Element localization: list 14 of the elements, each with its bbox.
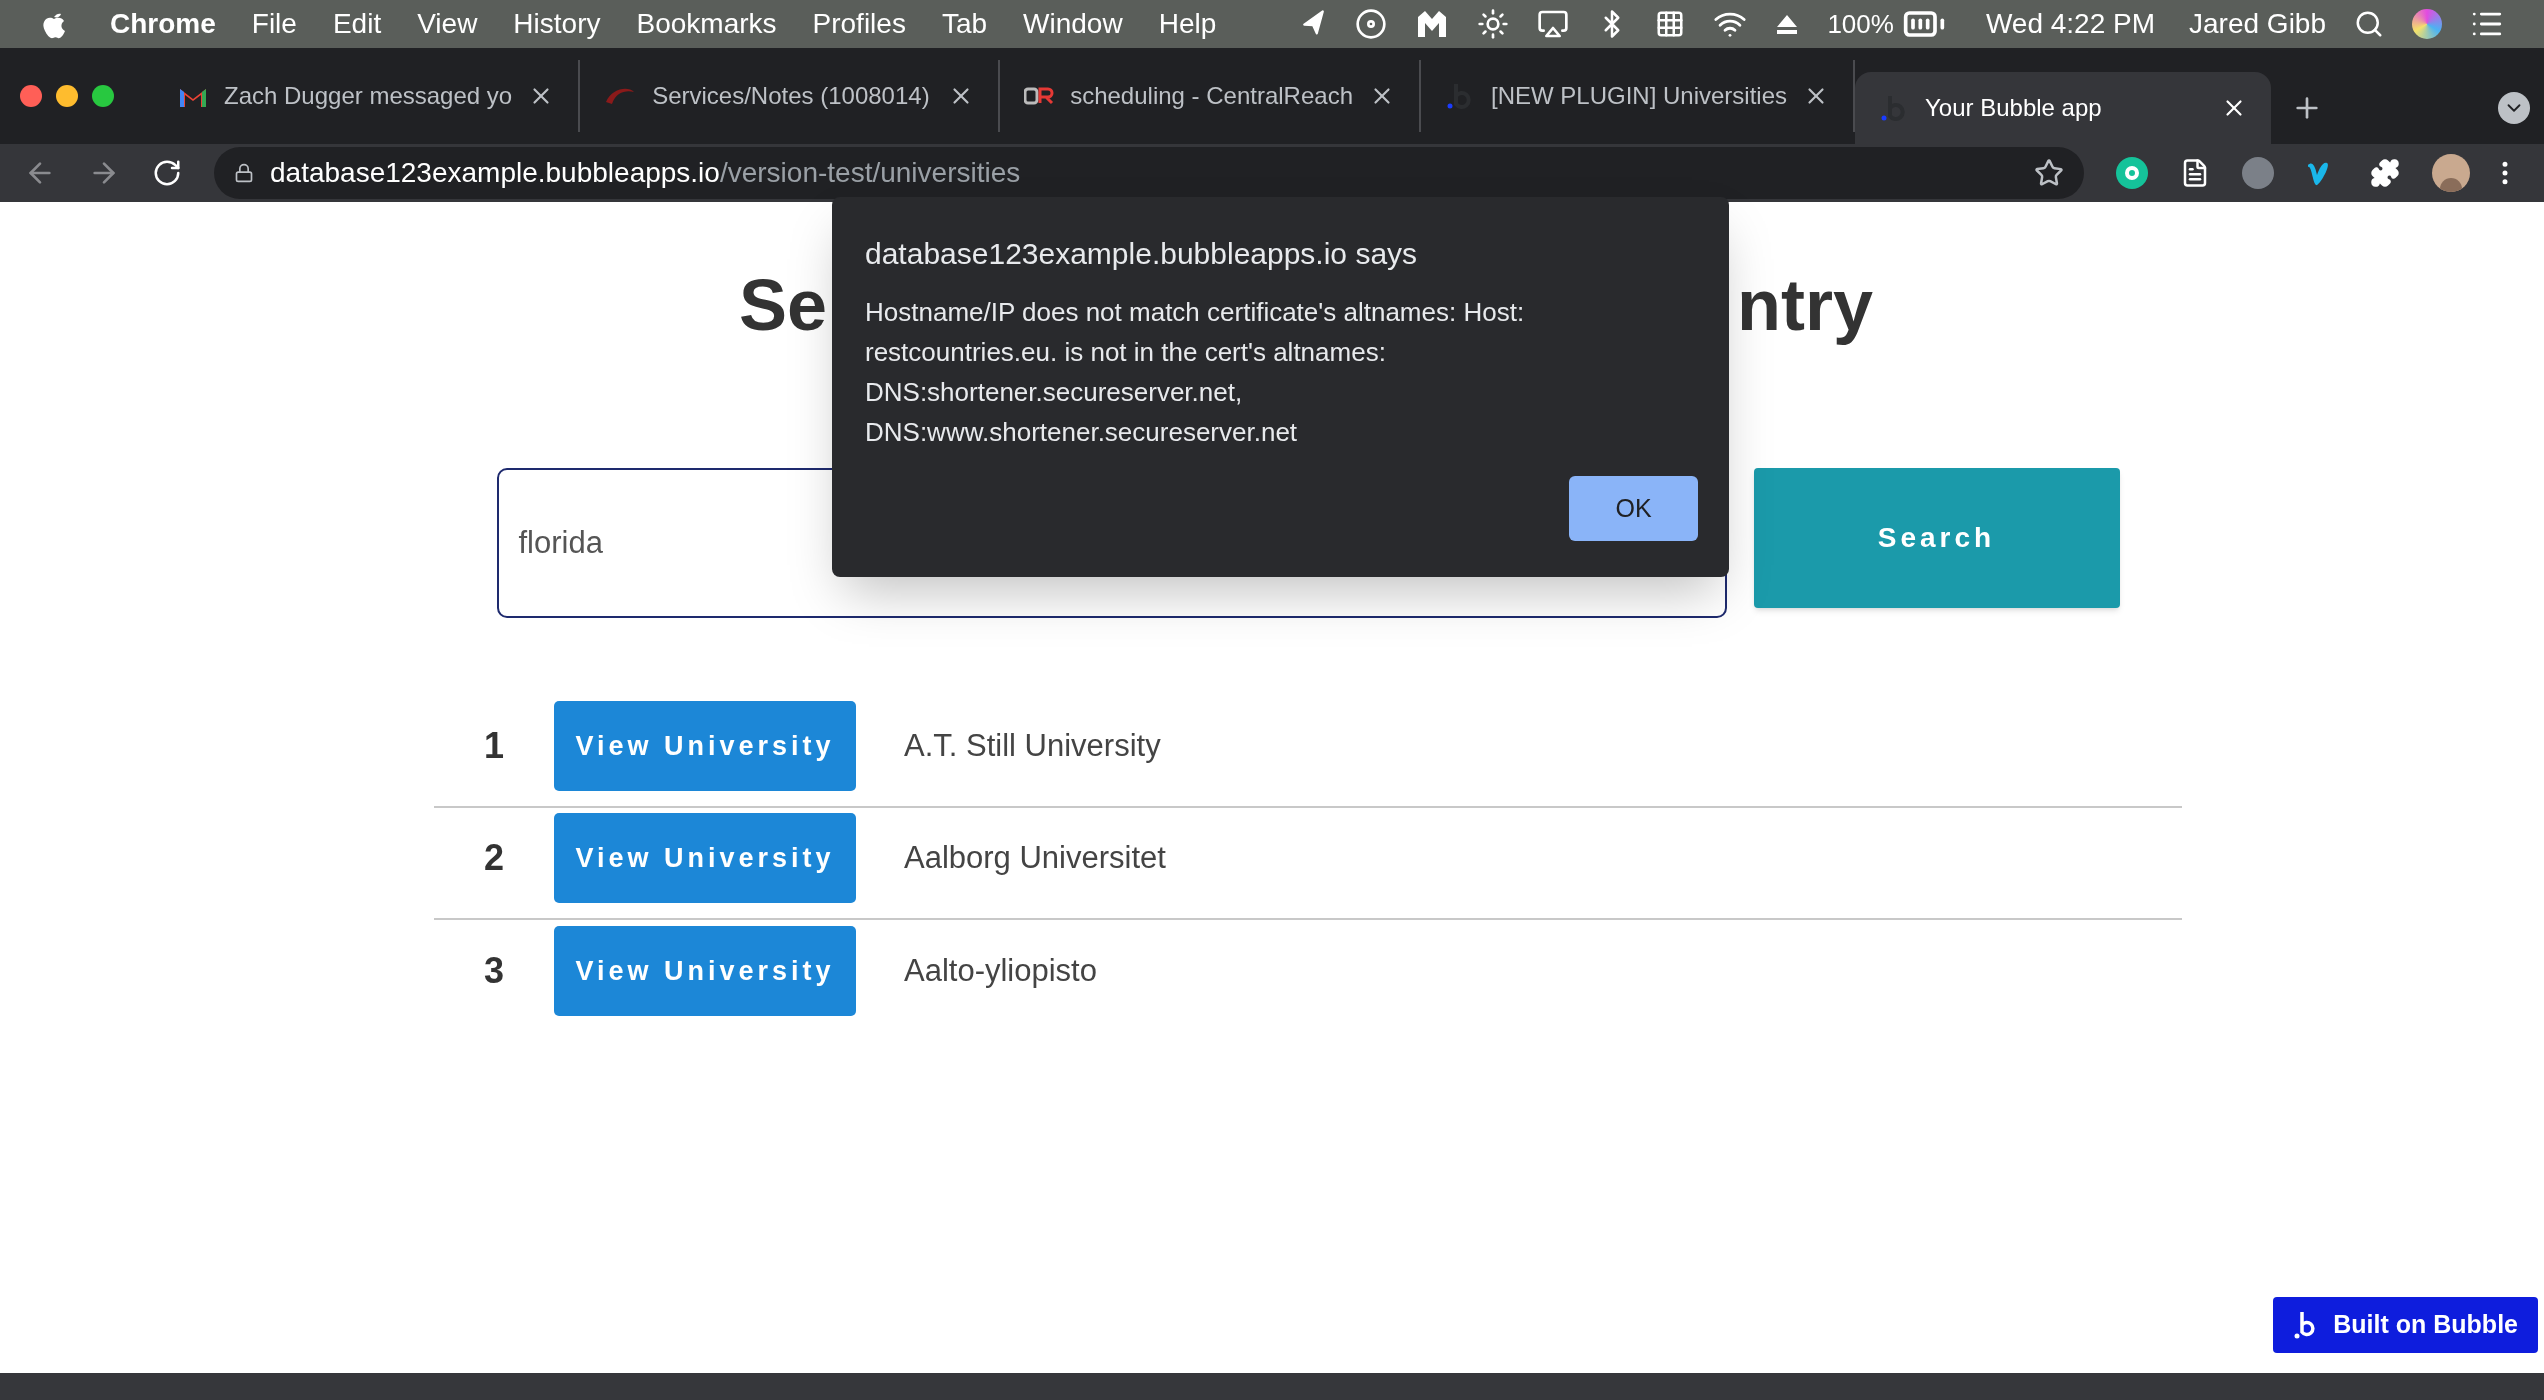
battery-percent: 100% (1827, 7, 1894, 41)
dialog-message: DNS:www.shortener.secureserver.net (865, 416, 1299, 448)
university-name: Aalborg Universitet (904, 838, 1166, 877)
row-number: 2 (483, 836, 505, 880)
university-name: A.T. Still University (904, 726, 1161, 765)
university-name: Aalto-yliopisto (904, 951, 1097, 990)
row-number: 3 (483, 949, 505, 993)
row-number: 1 (483, 724, 505, 768)
dialog-message: restcountries.eu. is not in the cert's altnames: (865, 336, 1387, 368)
page-heading: ntry (1737, 264, 1874, 347)
dialog-message: DNS:shortener.secureserver.net, (865, 376, 1244, 408)
dialog-message: Hostname/IP does not match certificate's altnames: Host: (865, 296, 1526, 328)
dialog-title: database123example.bubbleapps.io says (865, 236, 1419, 272)
page-heading: Se (738, 264, 827, 347)
